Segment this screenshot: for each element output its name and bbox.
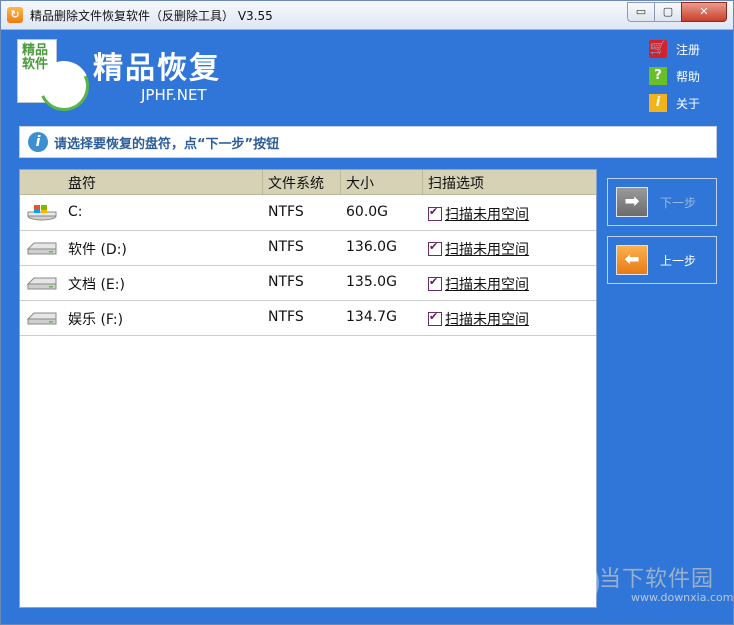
drive-table: 盘符 文件系统 大小 扫描选项 C: NTFS 60.0G 扫描未用空 [19, 169, 597, 608]
file-system: NTFS [268, 274, 304, 290]
previous-step-label: 上一步 [660, 254, 697, 268]
hard-drive-icon [26, 242, 57, 255]
watermark-text: 当下软件园 [599, 567, 715, 592]
brand-subtitle: JPHF.NET [141, 86, 207, 104]
help-label: 帮助 [676, 69, 701, 84]
maximize-button[interactable]: ▢ [654, 2, 682, 22]
next-step-button[interactable]: ➡ 下一步 [607, 178, 717, 226]
column-header-size[interactable]: 大小 [346, 173, 374, 193]
arrow-left-icon: ⬅ [616, 245, 648, 275]
table-row[interactable]: C: NTFS 60.0G 扫描未用空间 [20, 195, 596, 231]
scan-checkbox[interactable] [428, 310, 442, 326]
scan-label[interactable]: 扫描未用空间 [445, 274, 529, 294]
table-row[interactable]: 文档 (E:) NTFS 135.0G 扫描未用空间 [20, 265, 596, 301]
column-divider[interactable] [340, 170, 341, 194]
scan-checkbox[interactable] [428, 205, 442, 221]
minimize-button[interactable]: ▭ [627, 2, 655, 22]
scan-label[interactable]: 扫描未用空间 [445, 204, 529, 224]
table-header: 盘符 文件系统 大小 扫描选项 [20, 170, 596, 195]
watermark-url: www.downxia.com [631, 591, 734, 604]
file-system: NTFS [268, 204, 304, 220]
drive-size: 135.0G [346, 274, 397, 290]
window-title: 精品删除文件恢复软件（反删除工具） V3.55 [30, 9, 273, 23]
title-bar: ↻ 精品删除文件恢复软件（反删除工具） V3.55 ▭ ▢ ✕ [1, 1, 733, 30]
table-row[interactable]: 娱乐 (F:) NTFS 134.7G 扫描未用空间 [20, 300, 596, 336]
about-link[interactable]: i 关于 [649, 94, 700, 112]
close-button[interactable]: ✕ [681, 2, 727, 22]
scan-label[interactable]: 扫描未用空间 [445, 309, 529, 329]
scan-checkbox[interactable] [428, 275, 442, 291]
file-system: NTFS [268, 239, 304, 255]
scan-option[interactable]: 扫描未用空间 [428, 204, 529, 224]
scan-option[interactable]: 扫描未用空间 [428, 309, 529, 329]
scan-checkbox[interactable] [428, 240, 442, 256]
about-label: 关于 [676, 96, 701, 111]
scan-label[interactable]: 扫描未用空间 [445, 239, 529, 259]
drive-name: 娱乐 (F:) [68, 312, 124, 328]
arrow-right-icon: ➡ [616, 187, 648, 217]
register-label: 注册 [676, 42, 701, 57]
drive-size: 136.0G [346, 239, 397, 255]
instruction-text: 请选择要恢复的盘符，点“下一步”按钮 [54, 137, 280, 152]
hard-drive-icon [26, 312, 57, 325]
brand-title: 精品恢复 [93, 51, 221, 86]
register-link[interactable]: 🛒 注册 [649, 40, 700, 58]
drive-name: 软件 (D:) [68, 242, 127, 258]
app-icon: ↻ [7, 7, 23, 23]
app-window: ↻ 精品删除文件恢复软件（反删除工具） V3.55 ▭ ▢ ✕ 精品软件 精品恢… [0, 0, 734, 625]
column-divider[interactable] [262, 170, 263, 194]
header: 精品软件 精品恢复 JPHF.NET 🛒 注册 ? 帮助 i 关于 [1, 29, 733, 121]
column-header-drive[interactable]: 盘符 [68, 173, 96, 193]
cart-icon: 🛒 [649, 40, 667, 58]
watermark-logo-icon [551, 559, 599, 607]
drive-name: C: [68, 204, 83, 220]
scan-option[interactable]: 扫描未用空间 [428, 239, 529, 259]
drive-size: 60.0G [346, 204, 389, 220]
instruction-bar: i 请选择要恢复的盘符，点“下一步”按钮 [19, 126, 717, 158]
column-header-fs[interactable]: 文件系统 [268, 173, 324, 193]
table-row[interactable]: 软件 (D:) NTFS 136.0G 扫描未用空间 [20, 230, 596, 266]
info-icon: i [28, 132, 48, 152]
hard-drive-icon [26, 277, 57, 290]
column-header-scan[interactable]: 扫描选项 [428, 173, 484, 193]
file-system: NTFS [268, 309, 304, 325]
scan-option[interactable]: 扫描未用空间 [428, 274, 529, 294]
question-icon: ? [649, 67, 667, 85]
drive-size: 134.7G [346, 309, 397, 325]
column-divider[interactable] [422, 170, 423, 194]
window-controls: ▭ ▢ ✕ [627, 2, 727, 22]
next-step-label: 下一步 [660, 196, 697, 210]
help-link[interactable]: ? 帮助 [649, 67, 700, 85]
drive-name: 文档 (E:) [68, 277, 125, 293]
info-icon: i [649, 94, 667, 112]
windows-drive-icon [27, 205, 57, 221]
previous-step-button[interactable]: ⬅ 上一步 [607, 236, 717, 284]
